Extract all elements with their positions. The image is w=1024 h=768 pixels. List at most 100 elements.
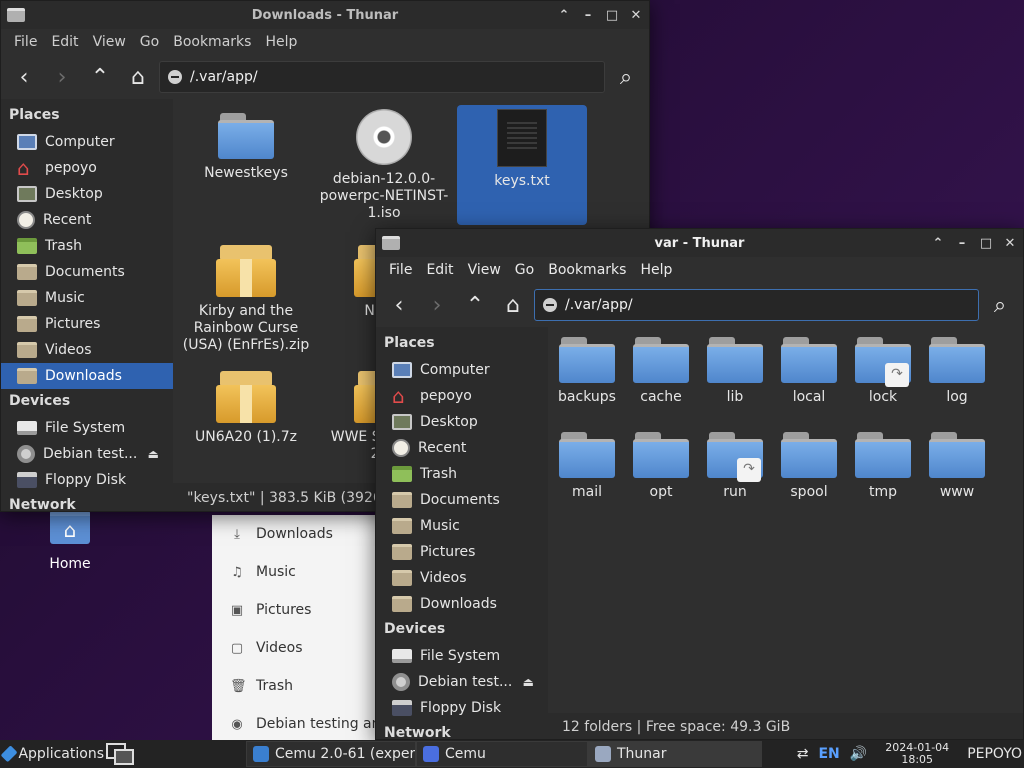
sidebar-item-downloads[interactable]: Downloads [1, 363, 173, 389]
minimize-button[interactable]: – [581, 8, 595, 23]
symlink-arrow-icon: ↷ [885, 363, 909, 387]
close-button[interactable]: ✕ [629, 8, 643, 23]
sidebar-item-videos[interactable]: Videos [376, 565, 548, 591]
close-button[interactable]: ✕ [1003, 236, 1017, 251]
task-cemu-main[interactable]: Cemu 2.0-61 (exper... [246, 741, 416, 767]
sidebar-item-recent[interactable]: Recent [1, 207, 173, 233]
menu-help[interactable]: Help [633, 262, 679, 278]
sidebar-item-desktop[interactable]: Desktop [1, 181, 173, 207]
menu-file[interactable]: File [7, 34, 44, 50]
forward-button[interactable]: › [420, 288, 454, 322]
sidebar-item-trash[interactable]: Trash [376, 461, 548, 487]
menu-file[interactable]: File [382, 262, 419, 278]
file-item[interactable]: Newestkeys [181, 105, 311, 221]
search-button[interactable]: ⌕ [983, 288, 1017, 322]
up-button[interactable]: ⌃ [458, 288, 492, 322]
menu-edit[interactable]: Edit [44, 34, 85, 50]
sidebar-item-debian[interactable]: Debian test... ⏏ [376, 669, 548, 695]
folder-item[interactable]: local [770, 337, 848, 406]
maximize-button[interactable]: □ [979, 236, 993, 251]
menu-view[interactable]: View [461, 262, 508, 278]
sidebar-item-floppy[interactable]: Floppy Disk [1, 467, 173, 493]
folder-item[interactable]: backups [548, 337, 626, 406]
network-icon[interactable]: ⇄ [797, 746, 809, 762]
folder-item[interactable]: lib [696, 337, 774, 406]
clock-icon [392, 439, 410, 457]
menu-go[interactable]: Go [133, 34, 166, 50]
sidebar-item-desktop[interactable]: Desktop [376, 409, 548, 435]
folder-item[interactable]: cache [622, 337, 700, 406]
titlebar[interactable]: var - Thunar ⌃ – □ ✕ [376, 229, 1023, 257]
applications-menu[interactable]: Applications [0, 745, 104, 763]
location-path: /.var/app/ [565, 297, 633, 313]
menu-bookmarks[interactable]: Bookmarks [541, 262, 633, 278]
folder-item[interactable]: ↷ lock [844, 337, 922, 406]
sidebar-item-pictures[interactable]: Pictures [1, 311, 173, 337]
task-thunar[interactable]: Thunar [588, 741, 762, 767]
folder-item[interactable]: tmp [844, 432, 922, 501]
up-button[interactable]: ⌃ [83, 60, 117, 94]
shade-button[interactable]: ⌃ [557, 8, 571, 23]
eject-icon[interactable]: ⏏ [523, 675, 534, 689]
folder-item[interactable]: ↷ run [696, 432, 774, 501]
file-item[interactable]: debian-12.0.0-powerpc-NETINST-1.iso [319, 105, 449, 221]
back-button[interactable]: ‹ [7, 60, 41, 94]
file-item[interactable]: Kirby and the Rainbow Curse (USA) (EnFrE… [181, 245, 311, 355]
menu-edit[interactable]: Edit [419, 262, 460, 278]
eject-icon[interactable]: ⏏ [148, 447, 159, 461]
forward-button[interactable]: › [45, 60, 79, 94]
home-icon [17, 156, 37, 180]
back-button[interactable]: ‹ [382, 288, 416, 322]
menu-go[interactable]: Go [508, 262, 541, 278]
sidebar-item-home[interactable]: pepoyo [1, 155, 173, 181]
sidebar-item-trash[interactable]: Trash [1, 233, 173, 259]
sidebar-item-music[interactable]: Music [1, 285, 173, 311]
folder-item[interactable]: mail [548, 432, 626, 501]
home-button[interactable]: ⌂ [496, 288, 530, 322]
picture-icon: ▣ [230, 602, 244, 618]
location-bar[interactable]: /.var/app/ [534, 289, 979, 321]
search-button[interactable]: ⌕ [609, 60, 643, 94]
download-icon: ⤓ [234, 526, 240, 542]
sidebar-item-videos[interactable]: Videos [1, 337, 173, 363]
folder-item[interactable]: opt [622, 432, 700, 501]
sidebar-item-computer[interactable]: Computer [1, 129, 173, 155]
sidebar-item-documents[interactable]: Documents [376, 487, 548, 513]
clock[interactable]: 2024-01-04 18:05 [877, 742, 957, 766]
maximize-button[interactable]: □ [605, 8, 619, 23]
titlebar[interactable]: Downloads - Thunar ⌃ – □ ✕ [1, 1, 649, 29]
sidebar-item-downloads[interactable]: Downloads [376, 591, 548, 617]
menu-bookmarks[interactable]: Bookmarks [166, 34, 258, 50]
folder-item[interactable]: spool [770, 432, 848, 501]
sidebar-item-computer[interactable]: Computer [376, 357, 548, 383]
sidebar-item-documents[interactable]: Documents [1, 259, 173, 285]
user-name[interactable]: PEPOYO [967, 746, 1024, 762]
shade-button[interactable]: ⌃ [931, 236, 945, 251]
desktop-home-icon[interactable]: Home [40, 510, 100, 572]
folder-item[interactable]: www [918, 432, 996, 501]
places-header: Places [9, 107, 60, 123]
drive-icon [17, 421, 37, 435]
minimize-button[interactable]: – [955, 236, 969, 251]
file-item-selected[interactable]: keys.txt [457, 105, 587, 225]
volume-icon[interactable]: 🔊 [850, 746, 867, 762]
sidebar-item-filesystem[interactable]: File System [1, 415, 173, 441]
sidebar-item-filesystem[interactable]: File System [376, 643, 548, 669]
folder-item[interactable]: log [918, 337, 996, 406]
home-button[interactable]: ⌂ [121, 60, 155, 94]
sidebar-item-recent[interactable]: Recent [376, 435, 548, 461]
sidebar-item-music[interactable]: Music [376, 513, 548, 539]
sidebar-item-pictures[interactable]: Pictures [376, 539, 548, 565]
keyboard-layout[interactable]: EN [818, 746, 839, 762]
window-title: var - Thunar [654, 235, 745, 251]
task-cemu[interactable]: Cemu [416, 741, 588, 767]
sidebar-item-debian[interactable]: Debian test... ⏏ [1, 441, 173, 467]
menu-help[interactable]: Help [258, 34, 304, 50]
file-item[interactable]: UN6A20 (1).7z [181, 371, 311, 471]
menu-view[interactable]: View [86, 34, 133, 50]
workspace-switcher[interactable] [106, 743, 136, 765]
location-bar[interactable]: /.var/app/ [159, 61, 605, 93]
menubar: File Edit View Go Bookmarks Help [376, 257, 1023, 283]
sidebar-item-floppy[interactable]: Floppy Disk [376, 695, 548, 721]
sidebar-item-home[interactable]: pepoyo [376, 383, 548, 409]
